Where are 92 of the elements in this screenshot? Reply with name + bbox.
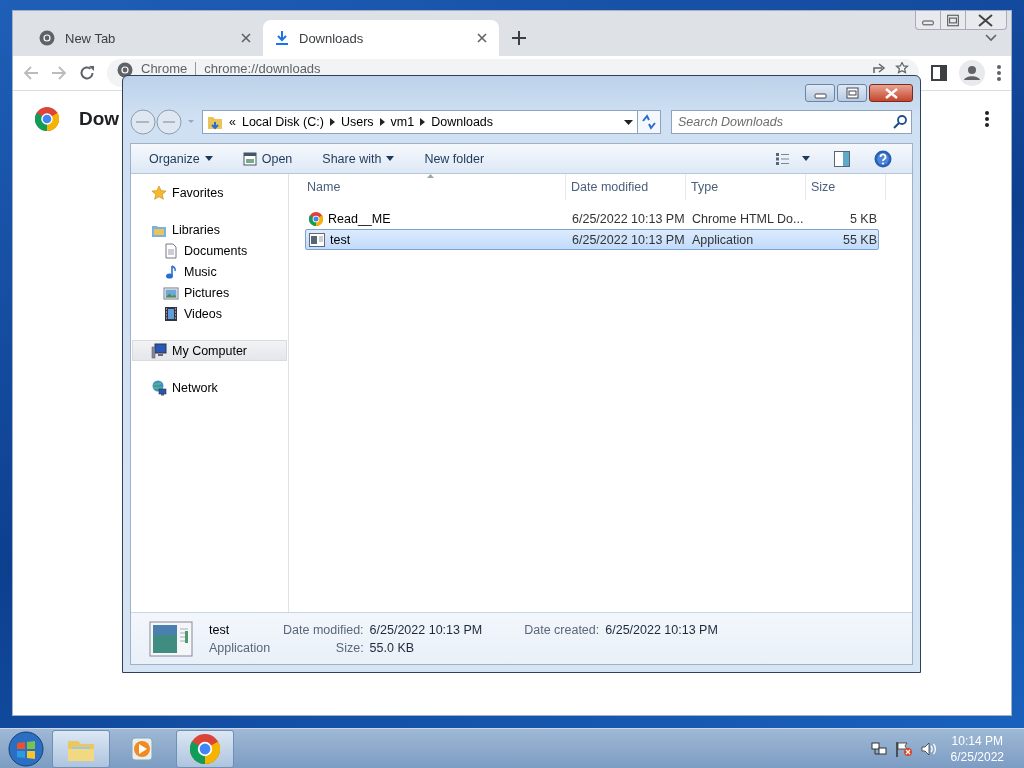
- plus-icon[interactable]: [512, 31, 526, 45]
- more-menu-icon[interactable]: [997, 65, 1001, 81]
- music-note-icon: [163, 263, 179, 280]
- network-icon[interactable]: [870, 740, 887, 757]
- detail-value: 6/25/2022 10:13 PM: [605, 622, 718, 637]
- refresh-button[interactable]: [637, 110, 661, 134]
- column-header[interactable]: Date modified: [566, 174, 686, 200]
- close-icon[interactable]: [477, 33, 487, 43]
- chrome-icon: [117, 62, 133, 78]
- nav-item[interactable]: Videos: [132, 303, 287, 324]
- more-menu-icon[interactable]: [985, 111, 989, 127]
- folder-icon: [207, 114, 223, 130]
- file-name: test: [209, 622, 231, 637]
- search-input[interactable]: Search Downloads: [676, 112, 893, 132]
- preview-pane-icon[interactable]: [834, 150, 850, 167]
- file-type: Chrome HTML Do...: [691, 211, 805, 226]
- address-field[interactable]: « Local Disk (C:) Users vm1 Downloads: [202, 110, 638, 134]
- picture-icon: [163, 284, 179, 301]
- arrow-right-icon[interactable]: [329, 118, 335, 126]
- dropdown-arrow-icon: [386, 156, 395, 161]
- nav-item[interactable]: Network: [132, 377, 287, 398]
- help-icon[interactable]: [874, 149, 892, 168]
- side-panel-icon[interactable]: [931, 65, 947, 81]
- sort-arrow-icon: [427, 174, 434, 178]
- document-icon: [163, 242, 179, 259]
- chrome-logo-icon[interactable]: [190, 733, 220, 764]
- date-modified: 6/25/2022 10:13 PM: [571, 211, 686, 226]
- detail-label: Size:: [334, 640, 364, 655]
- breadcrumb-item[interactable]: vm1: [390, 115, 415, 129]
- start-button-icon[interactable]: [8, 730, 44, 767]
- search-icon[interactable]: [893, 115, 907, 129]
- arrow-right-icon[interactable]: [420, 118, 426, 126]
- search-field[interactable]: Search Downloads: [671, 110, 912, 134]
- browser-tab[interactable]: Downloads: [263, 20, 499, 56]
- application-icon: [149, 620, 193, 657]
- file-name: Read__ME: [328, 211, 391, 226]
- file-row[interactable]: Read__ME 6/25/2022 10:13 PM Chrome HTML Do... 5 KB: [305, 208, 879, 229]
- browser-tab[interactable]: New Tab: [27, 20, 263, 56]
- breadcrumb-item[interactable]: Local Disk (C:): [241, 115, 324, 129]
- file-size: 5 KB: [848, 211, 877, 226]
- detail-value: 6/25/2022 10:13 PM: [369, 622, 483, 637]
- star-icon[interactable]: [895, 62, 909, 74]
- chevron-down-icon[interactable]: [985, 34, 997, 42]
- chrome-logo-icon: [35, 107, 59, 131]
- window-icon: [309, 232, 325, 247]
- nav-item[interactable]: Favorites: [132, 182, 287, 203]
- speaker-icon[interactable]: [920, 740, 937, 757]
- taskbar-button[interactable]: [176, 729, 234, 768]
- toolbar-button[interactable]: Open: [234, 148, 301, 169]
- file-type: Application: [691, 232, 755, 247]
- toolbar-button[interactable]: New folder: [416, 148, 493, 169]
- share-icon[interactable]: [873, 62, 887, 74]
- breadcrumb-item[interactable]: Downloads: [431, 115, 494, 129]
- page-heading: Dow: [79, 108, 120, 130]
- star-icon: [151, 184, 167, 201]
- profile-icon[interactable]: [959, 60, 985, 86]
- detail-label: Date created:: [524, 622, 600, 637]
- column-header[interactable]: Type: [686, 174, 806, 200]
- refresh-icon: [641, 114, 657, 130]
- file-size: 55 KB: [841, 232, 877, 247]
- download-icon: [275, 30, 289, 46]
- file-name: test: [330, 232, 351, 247]
- close-icon[interactable]: [241, 33, 251, 43]
- dropdown-arrow-icon: [204, 156, 213, 161]
- dropdown-arrow-icon[interactable]: [624, 119, 633, 125]
- nav-item[interactable]: Libraries: [132, 219, 287, 240]
- computer-icon: [151, 342, 167, 359]
- view-options-icon[interactable]: [776, 152, 810, 165]
- reload-icon[interactable]: [79, 65, 95, 81]
- nav-item[interactable]: Documents: [132, 240, 287, 261]
- film-icon: [163, 305, 179, 322]
- detail-value: 55.0 KB: [369, 640, 416, 655]
- window-icon: [242, 151, 257, 166]
- taskbar-button[interactable]: [52, 729, 110, 768]
- nav-item[interactable]: My Computer: [132, 340, 287, 361]
- globe-computer-icon: [151, 379, 167, 396]
- column-header[interactable]: Size: [806, 174, 886, 200]
- arrow-right-icon[interactable]: [379, 118, 385, 126]
- site-label: Chrome: [141, 62, 188, 76]
- file-row[interactable]: test 6/25/2022 10:13 PM Application 55 KB: [305, 229, 879, 250]
- date-modified: 6/25/2022 10:13 PM: [571, 232, 686, 247]
- toolbar-button[interactable]: Share with: [314, 148, 403, 169]
- nav-item[interactable]: Pictures: [132, 282, 287, 303]
- url-text: chrome://downloads: [204, 62, 321, 76]
- overflow-chevron[interactable]: «: [229, 115, 236, 129]
- detail-label: Date modified:: [283, 622, 364, 637]
- toolbar-button[interactable]: Organize: [141, 148, 221, 169]
- flag-icon[interactable]: [894, 740, 913, 757]
- breadcrumb-item[interactable]: Users: [340, 115, 374, 129]
- chrome-logo-icon: [309, 211, 323, 226]
- chrome-icon: [39, 30, 55, 46]
- nav-item[interactable]: Music: [132, 261, 287, 282]
